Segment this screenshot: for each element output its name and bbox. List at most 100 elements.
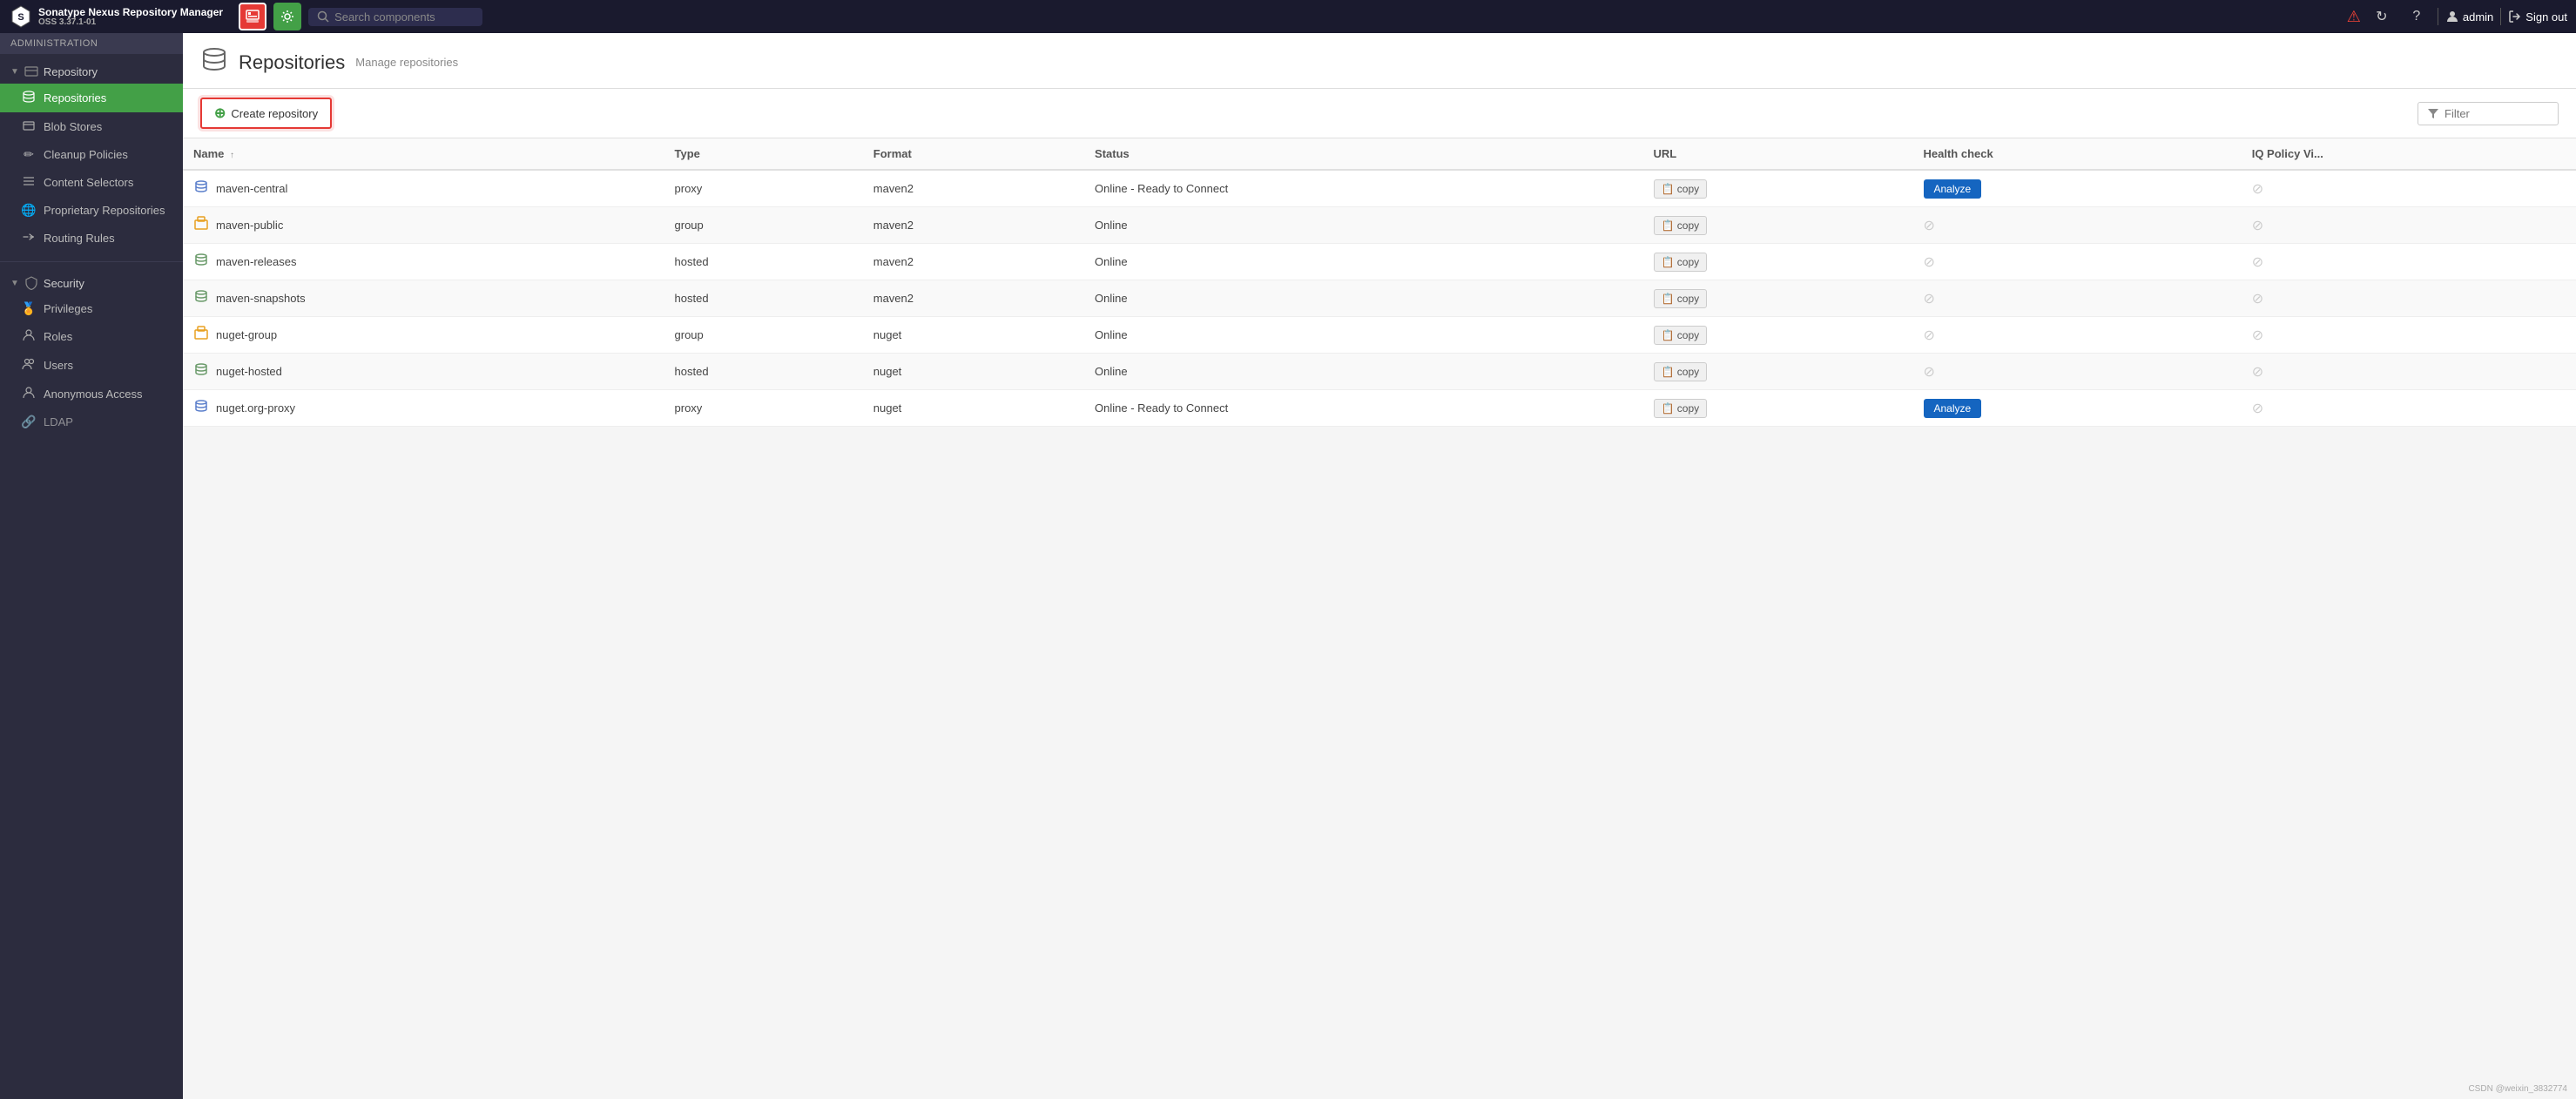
col-url: URL <box>1643 138 1913 170</box>
sidebar-group-security-title[interactable]: ▼ Security <box>0 271 183 295</box>
disabled-icon: ⊘ <box>1924 328 1935 343</box>
sidebar-separator <box>0 261 183 262</box>
sort-arrow: ↑ <box>230 151 234 160</box>
repo-iq-policy: ⊘ <box>2242 207 2576 244</box>
copy-url-button[interactable]: 📋 copy <box>1654 362 1708 381</box>
copy-url-button[interactable]: 📋 copy <box>1654 326 1708 345</box>
blob-stores-icon <box>21 118 37 135</box>
content-toolbar: ⊕ Create repository <box>183 89 2576 138</box>
roles-icon <box>21 328 37 345</box>
search-input[interactable] <box>334 10 456 24</box>
username-label: admin <box>2463 10 2493 24</box>
sidebar-item-proprietary-repos[interactable]: 🌐 Proprietary Repositories <box>0 197 183 224</box>
signout-icon <box>2508 10 2522 24</box>
copy-url-button[interactable]: 📋 copy <box>1654 289 1708 308</box>
sidebar-item-repositories[interactable]: Repositories <box>0 84 183 112</box>
user-menu[interactable]: admin <box>2445 10 2493 24</box>
repo-iq-policy: ⊘ <box>2242 354 2576 390</box>
sidebar-group-repository-label: Repository <box>44 65 98 78</box>
content-selectors-icon <box>21 174 37 191</box>
sidebar-item-anonymous-access[interactable]: Anonymous Access <box>0 380 183 408</box>
page-icon <box>200 45 228 79</box>
anonymous-access-icon <box>21 386 37 402</box>
repo-health-check: ⊘ <box>1913 244 2242 280</box>
admin-icon-button[interactable] <box>273 3 301 30</box>
repo-status: Online <box>1084 244 1642 280</box>
repo-iq-policy: ⊘ <box>2242 317 2576 354</box>
copy-url-button[interactable]: 📋 copy <box>1654 216 1708 235</box>
col-name[interactable]: Name ↑ <box>183 138 664 170</box>
copy-url-button[interactable]: 📋 copy <box>1654 399 1708 418</box>
sidebar-item-blob-stores[interactable]: Blob Stores <box>0 112 183 141</box>
security-arrow-icon: ▼ <box>10 279 19 288</box>
filter-input[interactable] <box>2445 107 2549 120</box>
content-area: Repositories Manage repositories ⊕ Creat… <box>183 33 2576 1099</box>
repo-url: 📋 copy <box>1643 207 1913 244</box>
table-row: nuget-hosted hosted nuget Online 📋 copy … <box>183 354 2576 390</box>
sidebar-group-repository-title[interactable]: ▼ Repository <box>0 59 183 84</box>
repo-url: 📋 copy <box>1643 317 1913 354</box>
repo-name: maven-releases <box>216 255 297 268</box>
repo-url: 📋 copy <box>1643 280 1913 317</box>
repo-format: maven2 <box>863 244 1084 280</box>
repo-status: Online <box>1084 207 1642 244</box>
repo-type: proxy <box>664 390 863 427</box>
repo-name: nuget-hosted <box>216 365 282 378</box>
repo-format: maven2 <box>863 280 1084 317</box>
topnav: S Sonatype Nexus Repository Manager OSS … <box>0 0 2576 33</box>
copy-url-button[interactable]: 📋 copy <box>1654 253 1708 272</box>
sidebar-item-content-selectors[interactable]: Content Selectors <box>0 168 183 197</box>
privileges-icon: 🏅 <box>21 301 37 316</box>
col-format: Format <box>863 138 1084 170</box>
refresh-button[interactable]: ↻ <box>2368 3 2396 30</box>
disabled-icon: ⊘ <box>1924 219 1935 233</box>
repo-format: nuget <box>863 317 1084 354</box>
repo-health-check: Analyze <box>1913 170 2242 207</box>
signout-button[interactable]: Sign out <box>2508 10 2567 24</box>
sidebar-item-routing-rules[interactable]: Routing Rules <box>0 224 183 253</box>
repo-name: maven-central <box>216 182 287 195</box>
sidebar-item-ldap-label: LDAP <box>44 415 73 428</box>
disabled-icon: ⊘ <box>1924 255 1935 270</box>
repo-name: maven-public <box>216 219 283 232</box>
analyze-button[interactable]: Analyze <box>1924 399 1982 418</box>
repo-status: Online <box>1084 280 1642 317</box>
repo-icon-proxy <box>193 179 209 199</box>
sidebar-item-repositories-label: Repositories <box>44 91 106 105</box>
table-row: nuget.org-proxy proxy nuget Online - Rea… <box>183 390 2576 427</box>
help-button[interactable]: ? <box>2403 3 2431 30</box>
repo-name: nuget.org-proxy <box>216 401 295 415</box>
iq-disabled-icon: ⊘ <box>2252 182 2263 197</box>
repo-health-check: ⊘ <box>1913 317 2242 354</box>
repo-icon-group <box>193 325 209 345</box>
table-row: maven-public group maven2 Online 📋 copy … <box>183 207 2576 244</box>
repo-name-cell: maven-releases <box>183 244 664 280</box>
sidebar-item-ldap[interactable]: 🔗 LDAP <box>0 408 183 435</box>
user-icon <box>2445 10 2459 24</box>
arrow-icon: ▼ <box>10 67 19 77</box>
sidebar-item-roles-label: Roles <box>44 330 72 343</box>
create-repository-button[interactable]: ⊕ Create repository <box>200 98 332 129</box>
analyze-button[interactable]: Analyze <box>1924 179 1982 199</box>
plus-icon: ⊕ <box>214 105 226 122</box>
search-icon <box>317 10 329 23</box>
repo-iq-policy: ⊘ <box>2242 280 2576 317</box>
sidebar-item-proprietary-repos-label: Proprietary Repositories <box>44 204 165 217</box>
repo-icon-proxy <box>193 398 209 418</box>
repo-type: group <box>664 207 863 244</box>
repo-type: hosted <box>664 280 863 317</box>
iq-disabled-icon: ⊘ <box>2252 365 2263 380</box>
browse-icon-button[interactable] <box>239 3 266 30</box>
repo-iq-policy: ⊘ <box>2242 170 2576 207</box>
table-row: nuget-group group nuget Online 📋 copy ⊘ … <box>183 317 2576 354</box>
alert-icon[interactable]: ⚠ <box>2347 8 2361 26</box>
filter-icon <box>2427 107 2439 119</box>
app-name: Sonatype Nexus Repository Manager <box>38 6 223 18</box>
sidebar-item-roles[interactable]: Roles <box>0 322 183 351</box>
sidebar-item-users[interactable]: Users <box>0 351 183 380</box>
repo-type: proxy <box>664 170 863 207</box>
repo-health-check: ⊘ <box>1913 354 2242 390</box>
sidebar-item-privileges[interactable]: 🏅 Privileges <box>0 295 183 322</box>
sidebar-item-cleanup-policies[interactable]: ✏ Cleanup Policies <box>0 141 183 168</box>
copy-url-button[interactable]: 📋 copy <box>1654 179 1708 199</box>
